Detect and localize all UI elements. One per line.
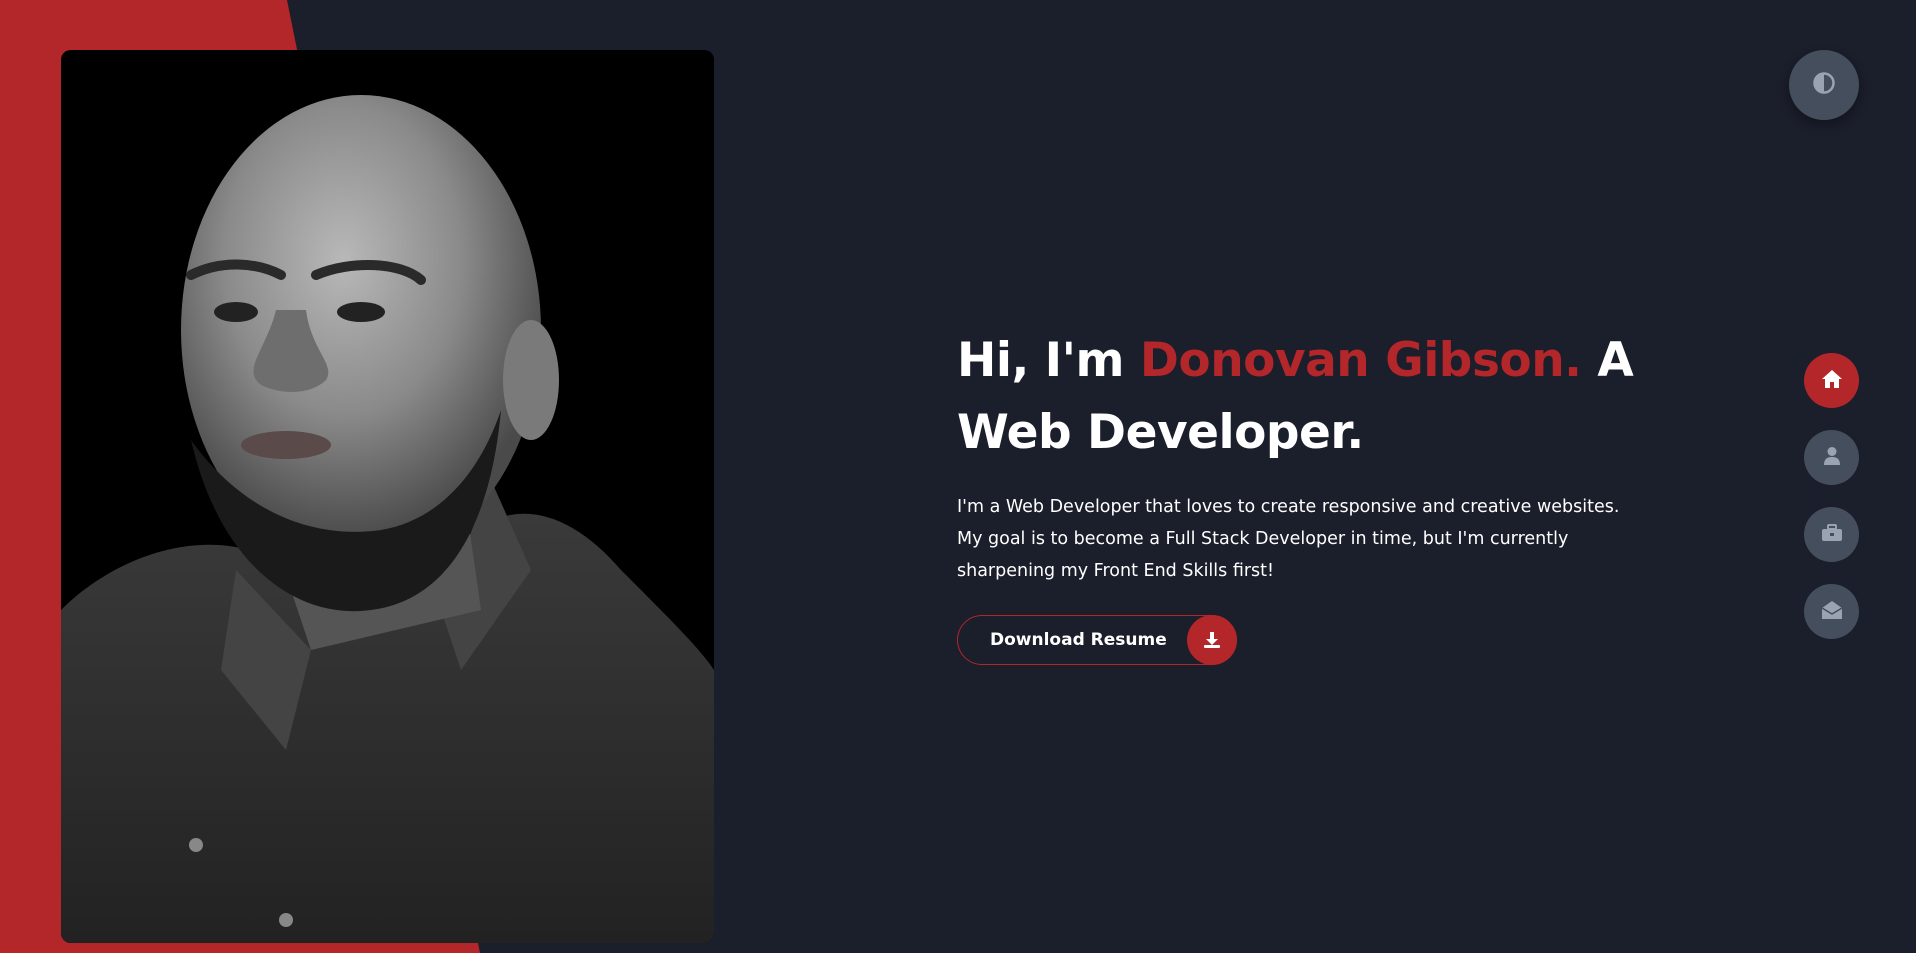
envelope-open-icon: [1821, 600, 1843, 624]
theme-toggle-button[interactable]: [1789, 50, 1859, 120]
home-icon: [1821, 369, 1843, 393]
download-resume-label: Download Resume: [990, 630, 1167, 650]
nav-about-button[interactable]: [1804, 430, 1859, 485]
download-icon: [1187, 615, 1237, 665]
briefcase-icon: [1821, 523, 1843, 546]
role-text: Web Developer.: [957, 405, 1364, 460]
role-prefix-text: A: [1581, 333, 1634, 388]
profile-photo: [61, 50, 714, 943]
contrast-icon: [1812, 71, 1836, 99]
greeting-text: Hi, I'm: [957, 333, 1140, 388]
user-icon: [1823, 446, 1841, 470]
nav-home-button[interactable]: [1804, 353, 1859, 408]
side-navigation: [1804, 353, 1859, 661]
hero-section: Hi, I'm Donovan Gibson. A Web Developer.…: [957, 325, 1637, 587]
hero-heading: Hi, I'm Donovan Gibson. A Web Developer.: [957, 325, 1637, 469]
download-resume-button[interactable]: Download Resume: [957, 615, 1237, 665]
page: Hi, I'm Donovan Gibson. A Web Developer.…: [0, 0, 1916, 953]
nav-contact-button[interactable]: [1804, 584, 1859, 639]
name-text: Donovan Gibson.: [1139, 333, 1582, 388]
nav-portfolio-button[interactable]: [1804, 507, 1859, 562]
hero-description: I'm a Web Developer that loves to create…: [957, 497, 1620, 581]
